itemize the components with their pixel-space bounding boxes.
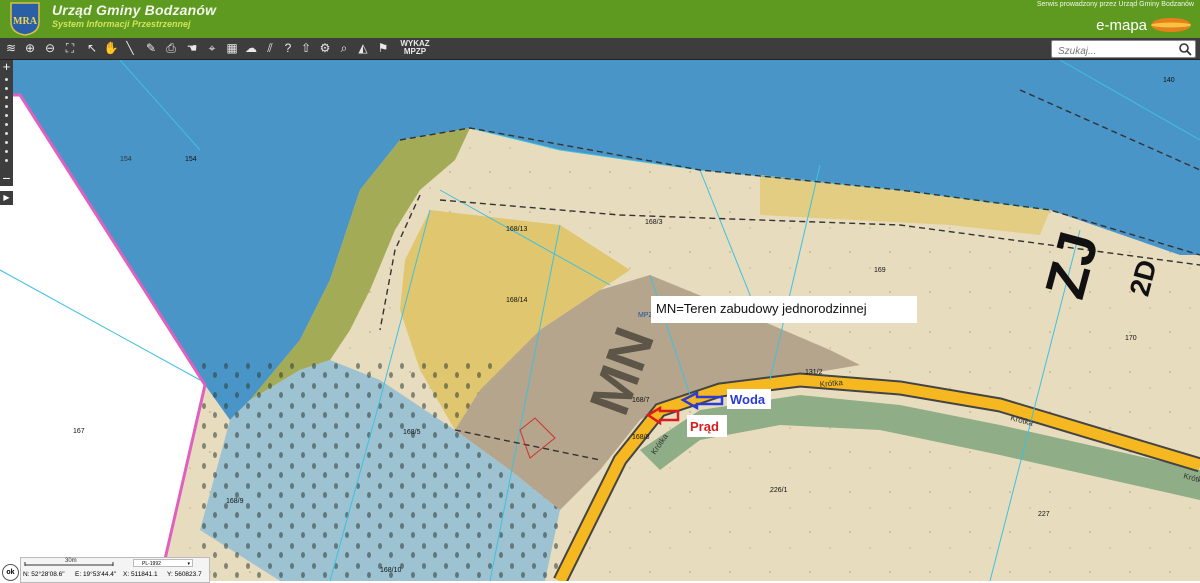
zoom-level-dot[interactable] (5, 150, 8, 153)
status-panel: 30m PL-1992 ▾ N: 52°28'08.6" E: 19°53'44… (20, 557, 210, 583)
app-subtitle: System Informacji Przestrzennej (52, 19, 191, 29)
zoom-level-dot[interactable] (5, 87, 8, 90)
layout-icon[interactable]: ▦ (224, 40, 240, 56)
app-header: MRA Urząd Gminy Bodzanów System Informac… (0, 0, 1200, 38)
layers-icon[interactable]: ≋ (3, 40, 19, 56)
longitude-readout: E: 19°53'44.4" (75, 571, 117, 578)
panel-expand-icon[interactable]: ▶ (0, 191, 13, 205)
chat-icon[interactable]: ☁ (243, 40, 259, 56)
share-icon[interactable]: ⚑ (375, 40, 391, 56)
triangle-icon[interactable]: ◭ (355, 40, 371, 56)
x-readout: X: 511841.1 (123, 571, 158, 578)
parcel-226-1: 226/1 (770, 487, 788, 494)
zoom-level-dot[interactable] (5, 123, 8, 126)
parcel-168-5: 168/5 (403, 429, 421, 436)
parcel-168-13: 168/13 (506, 226, 528, 233)
parcel-140: 140 (1163, 77, 1175, 84)
map-toolbar: ≋ ⊕ ⊖ ⛶ ↖ ✋ ╲ ✎ ⎙ ☚ ⌖ ▦ ☁ ⫽ ? ⇧ ⚙ ⌕ ◭ ⚑ … (0, 38, 1200, 60)
parcel-131-2: 131/2 (805, 369, 823, 376)
help-icon[interactable]: ? (280, 40, 296, 56)
chevron-down-icon: ▾ (187, 561, 190, 567)
hatch-icon[interactable]: ⫽ (262, 40, 278, 56)
parcel-170: 170 (1125, 335, 1137, 342)
parcel-227: 227 (1038, 511, 1050, 518)
logo-text: MRA (13, 16, 38, 27)
zoom-level-dot[interactable] (5, 159, 8, 162)
coord-system-value: PL-1992 (142, 561, 161, 567)
app-title: Urząd Gminy Bodzanów (52, 2, 217, 18)
map-canvas[interactable]: 140 154 154 167 169 170 131/2 168/3 168/… (0, 59, 1200, 581)
brand-logo[interactable]: e-mapa (1096, 15, 1192, 35)
parcel-168-8: 168/8 (632, 434, 650, 441)
parcel-154b: 154 (185, 156, 197, 163)
parcel-168-3: 168/3 (645, 219, 663, 226)
zoom-level-dot[interactable] (5, 141, 8, 144)
y-readout: Y: 560823.7 (167, 571, 202, 578)
search-icon[interactable] (1178, 42, 1192, 56)
print-icon[interactable]: ⎙ (163, 40, 179, 56)
measure-distance-icon[interactable]: ╲ (122, 40, 138, 56)
zoom-level-dot[interactable] (5, 132, 8, 135)
legend-text: MN=Teren zabudowy jednorodzinnej (656, 301, 867, 316)
parcel-168-14: 168/14 (506, 297, 528, 304)
pan-icon[interactable]: ✋ (103, 40, 119, 56)
search-input[interactable] (1052, 43, 1178, 60)
water-label: Woda (730, 392, 766, 407)
parcel-168-10: 168/10 (380, 567, 402, 574)
parcel-167: 167 (73, 428, 85, 435)
brand-name: e-mapa (1096, 16, 1147, 34)
coat-of-arms-logo[interactable]: MRA (10, 2, 40, 36)
zoom-level-dot[interactable] (5, 114, 8, 117)
parcel-154a: 154 (120, 156, 132, 163)
zoom-out-icon[interactable]: ⊖ (42, 40, 58, 56)
zoom-out-button[interactable]: − (0, 171, 13, 185)
scale-label: 30m (65, 558, 77, 564)
select-icon[interactable]: ↖ (84, 40, 100, 56)
settings-icon[interactable]: ⚙ (317, 40, 333, 56)
upload-icon[interactable]: ⇧ (298, 40, 314, 56)
latitude-readout: N: 52°28'08.6" (23, 571, 65, 578)
pin-icon[interactable]: ⌖ (204, 40, 220, 56)
coord-system-select[interactable]: PL-1992 ▾ (133, 559, 193, 567)
zoom-in-button[interactable]: + (0, 60, 13, 73)
mpzp-list-line2: MPZP (403, 47, 427, 56)
find-icon[interactable]: ⌕ (336, 40, 352, 56)
brand-globe-icon (1151, 18, 1191, 32)
zoom-in-icon[interactable]: ⊕ (22, 40, 38, 56)
parcel-169: 169 (874, 267, 886, 274)
service-provider-text: Serwis prowadzony przez Urząd Gminy Bodz… (1036, 1, 1194, 8)
zoom-level-dot[interactable] (5, 78, 8, 81)
ok-button[interactable]: ok (2, 564, 19, 581)
zoom-level-dot[interactable] (5, 105, 8, 108)
zoom-level-dot[interactable] (5, 96, 8, 99)
power-label: Prąd (690, 419, 719, 434)
hand-icon[interactable]: ☚ (184, 40, 200, 56)
search-box (1051, 40, 1196, 60)
mpzp-list-button[interactable]: WYKAZ MPZP (394, 40, 436, 56)
full-extent-icon[interactable]: ⛶ (62, 40, 78, 56)
parcel-168-9: 168/9 (226, 498, 244, 505)
zoom-slider[interactable]: + − (0, 60, 13, 186)
measure-area-icon[interactable]: ✎ (143, 40, 159, 56)
